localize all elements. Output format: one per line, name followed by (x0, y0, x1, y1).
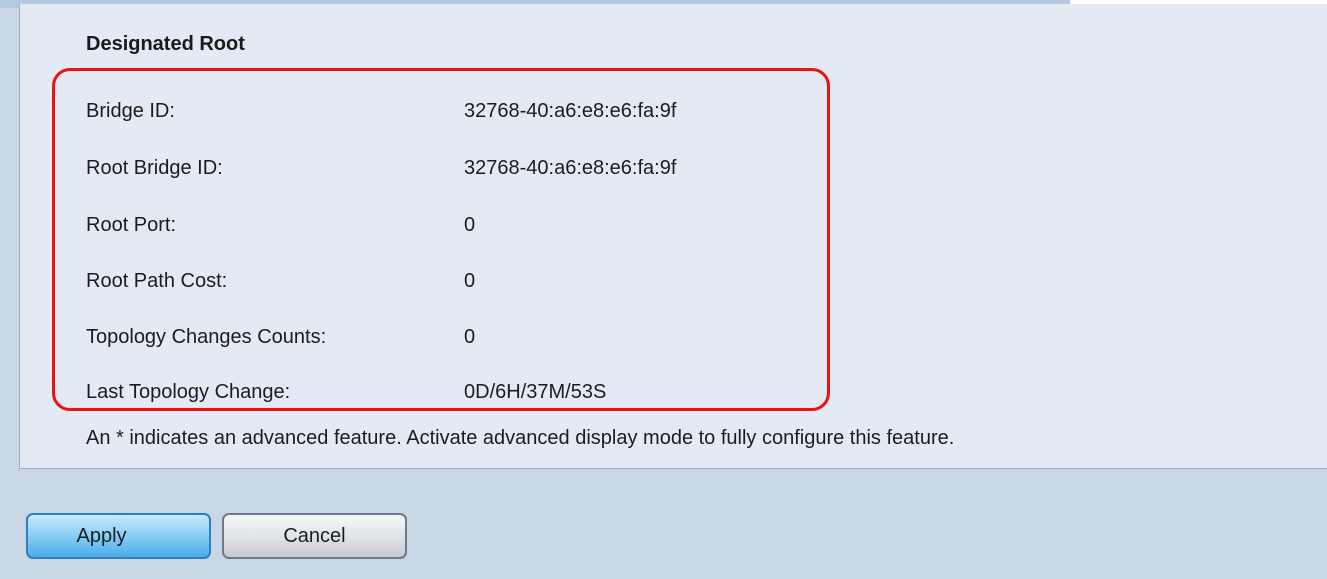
advanced-feature-note: An * indicates an advanced feature. Acti… (86, 427, 955, 449)
field-label: Topology Changes Counts: (86, 326, 327, 348)
field-label: Root Port: (86, 214, 177, 236)
field-label: Root Path Cost: (86, 270, 228, 292)
field-value: 0 (464, 214, 476, 236)
field-value: 0 (464, 270, 476, 292)
cancel-button[interactable]: Cancel (222, 513, 407, 559)
field-label: Root Bridge ID: (86, 157, 223, 179)
field-label: Bridge ID: (86, 100, 175, 122)
field-value: 0D/6H/37M/53S (464, 381, 607, 403)
field-value: 32768-40:a6:e8:e6:fa:9f (464, 157, 677, 179)
field-value: 32768-40:a6:e8:e6:fa:9f (464, 100, 677, 122)
apply-button[interactable]: Apply (26, 513, 211, 559)
field-label: Last Topology Change: (86, 381, 291, 403)
field-value: 0 (464, 326, 476, 348)
section-title: Designated Root (86, 33, 245, 55)
